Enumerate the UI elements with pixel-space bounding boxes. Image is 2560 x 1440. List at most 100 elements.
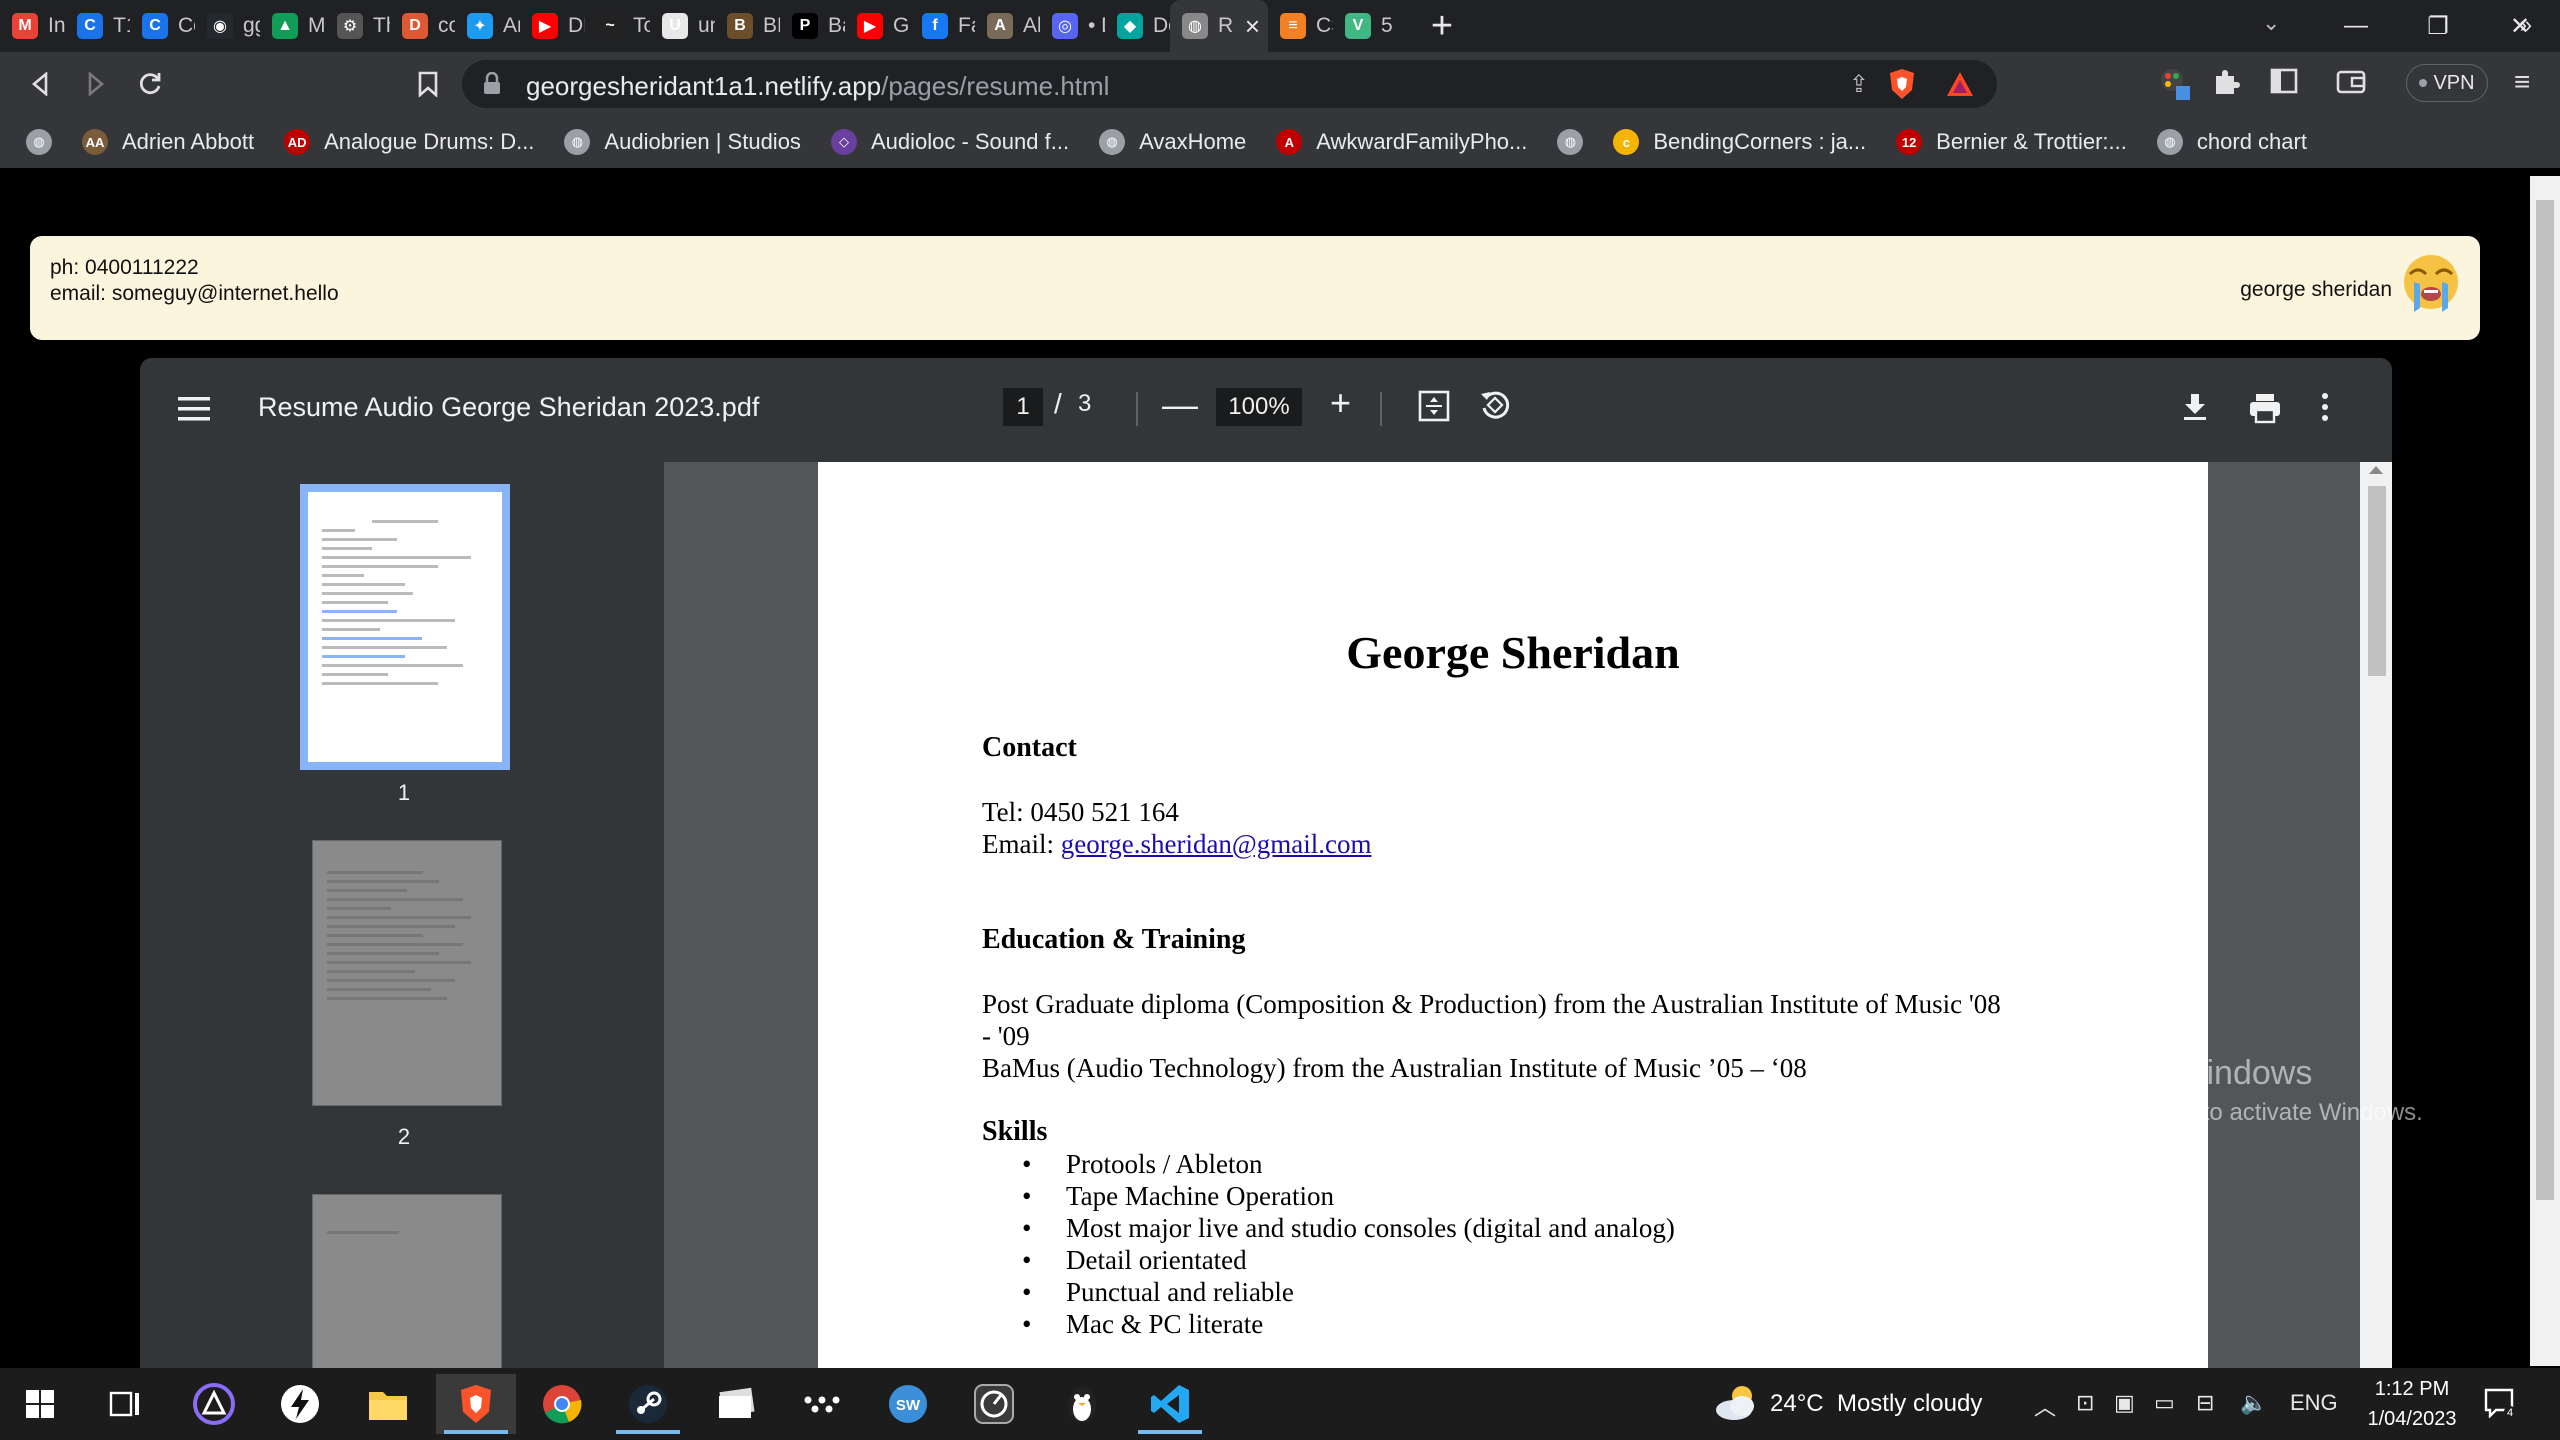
wallet-icon[interactable] xyxy=(2336,68,2366,101)
browser-tab[interactable]: ▲ MIXE xyxy=(260,6,325,46)
bookmark-item[interactable]: AA Adrien Abbott xyxy=(82,129,254,155)
reload-button[interactable] xyxy=(128,62,172,106)
bookmark-item[interactable]: 12 Bernier & Trottier:... xyxy=(1896,129,2127,155)
browser-tab[interactable]: Dcodi xyxy=(390,6,455,46)
taskbar-app-penguin[interactable] xyxy=(1042,1374,1122,1434)
clock-time[interactable]: 1:12 PM xyxy=(2362,1378,2462,1401)
rotate-icon[interactable] xyxy=(1478,388,1512,422)
browser-tab[interactable]: f Face xyxy=(910,6,975,46)
hamburger-menu-icon[interactable] xyxy=(178,396,210,422)
brave-shields-icon[interactable] xyxy=(1887,68,1917,100)
bookmark-item[interactable]: ◇ Audioloc - Sound f... xyxy=(830,129,1069,155)
sidebar-toggle-icon[interactable] xyxy=(2270,68,2298,101)
battery-icon[interactable]: ▭ xyxy=(2154,1390,2175,1416)
browser-tab[interactable]: B BPM xyxy=(715,6,780,46)
tray-app-icon[interactable]: ⊡ xyxy=(2076,1390,2094,1416)
bookmark-item[interactable]: ◍ AvaxHome xyxy=(1099,129,1246,155)
thumbnail-image[interactable] xyxy=(312,1194,502,1368)
taskbar-app-sw[interactable]: SW xyxy=(868,1374,948,1434)
browser-tab[interactable]: ✦ Anor xyxy=(455,6,520,46)
bookmark-item[interactable]: ◍ xyxy=(1557,129,1584,155)
bookmark-item[interactable]: c BendingCorners : ja... xyxy=(1613,129,1866,155)
zoom-out-button[interactable]: — xyxy=(1162,384,1198,426)
page-scrollbar[interactable] xyxy=(2530,176,2560,1366)
print-icon[interactable] xyxy=(2248,392,2282,424)
tab-search-chevron-icon[interactable]: ⌄ xyxy=(2262,10,2280,36)
pdf-scrollbar[interactable] xyxy=(2360,462,2392,1368)
tray-display-icon[interactable]: ▣ xyxy=(2114,1390,2135,1416)
page-scroll-thumb[interactable] xyxy=(2536,200,2554,1200)
pdf-scroll-thumb[interactable] xyxy=(2368,486,2386,676)
bookmark-item[interactable]: ◍ chord chart xyxy=(2156,129,2307,155)
browser-tab[interactable]: M Inbo xyxy=(0,6,65,46)
browser-tab[interactable]: ◉ ggrn xyxy=(195,6,260,46)
browser-tab[interactable]: ⚙ The xyxy=(325,6,390,46)
thumbnail-image[interactable] xyxy=(312,840,502,1106)
page-number-input[interactable]: 1 xyxy=(1003,388,1043,426)
bookmark-item[interactable]: A AwkwardFamilyPho... xyxy=(1276,129,1527,155)
fit-to-page-icon[interactable] xyxy=(1418,390,1450,422)
restore-button[interactable]: ❐ xyxy=(2400,0,2476,52)
email-link[interactable]: george.sheridan@gmail.com xyxy=(1061,829,1372,859)
browser-tab[interactable]: ▶ Gart xyxy=(845,6,910,46)
share-icon[interactable]: ⇪ xyxy=(1849,70,1869,99)
brave-rewards-icon[interactable] xyxy=(1945,70,1975,98)
minimize-button[interactable]: — xyxy=(2318,0,2394,52)
browser-tab[interactable]: ◍ R × xyxy=(1170,0,1268,52)
clock-date[interactable]: 1/04/2023 xyxy=(2350,1408,2474,1431)
taskbar-app-dots[interactable] xyxy=(782,1374,862,1434)
bookmark-item[interactable]: AD Analogue Drums: D... xyxy=(284,129,534,155)
bookmark-label: Audiobrien | Studios xyxy=(604,129,801,154)
browser-tab[interactable]: ▶ DKM xyxy=(520,6,585,46)
bookmark-item[interactable]: ◍ Audiobrien | Studios xyxy=(564,129,801,155)
browser-tab[interactable]: ◎ • Dis xyxy=(1040,6,1105,46)
taskbar-app-vscode[interactable] xyxy=(1130,1374,1210,1434)
notification-center-icon[interactable]: 4 xyxy=(2484,1388,2516,1418)
browser-tab[interactable]: C Conf xyxy=(130,6,195,46)
bookmark-button[interactable] xyxy=(406,62,450,106)
site-header: ph: 0400111222 email: someguy@internet.h… xyxy=(30,236,2480,340)
volume-icon[interactable]: 🔈 xyxy=(2240,1390,2267,1416)
taskbar-app-lightning[interactable] xyxy=(260,1374,340,1434)
vpn-button[interactable]: VPN xyxy=(2406,64,2488,102)
start-button[interactable] xyxy=(0,1374,80,1434)
extension-color-icon[interactable] xyxy=(2158,66,2194,109)
taskbar-app-notes[interactable] xyxy=(696,1374,776,1434)
browser-tab[interactable]: V 5 Wa xyxy=(1333,6,1398,46)
taskbar-app-file-explorer[interactable] xyxy=(348,1374,428,1434)
tray-chevron-icon[interactable]: ︿ xyxy=(2034,1390,2056,1422)
main-menu-icon[interactable]: ≡ xyxy=(2514,66,2530,98)
more-options-icon[interactable] xyxy=(2320,392,2330,422)
zoom-level-input[interactable]: 100% xyxy=(1216,388,1302,426)
taskbar-app-brave[interactable] xyxy=(436,1374,516,1434)
taskbar-app-steam[interactable] xyxy=(608,1374,688,1434)
network-icon[interactable]: ⊟ xyxy=(2196,1390,2214,1416)
taskbar-app-proton[interactable] xyxy=(174,1374,254,1434)
bookmarks-overflow-icon[interactable]: » xyxy=(2520,12,2532,38)
browser-tab[interactable]: ◆ Dom xyxy=(1105,6,1170,46)
back-button[interactable] xyxy=(18,62,62,106)
browser-tab[interactable]: ≡ CSS xyxy=(1268,6,1333,46)
close-tab-icon[interactable]: × xyxy=(1245,11,1260,42)
browser-tab[interactable]: UuniP xyxy=(650,6,715,46)
taskbar-app-chrome[interactable] xyxy=(522,1374,602,1434)
taskbar-app-tuner[interactable] xyxy=(954,1374,1034,1434)
forward-button[interactable] xyxy=(74,62,118,106)
browser-tab[interactable]: A Alyx xyxy=(975,6,1040,46)
weather-text[interactable]: 24°C Mostly cloudy xyxy=(1770,1390,1982,1418)
bookmark-item[interactable]: ◍ xyxy=(26,129,52,155)
zoom-in-button[interactable]: + xyxy=(1330,382,1351,424)
task-view-button[interactable] xyxy=(86,1374,166,1434)
language-indicator[interactable]: ENG xyxy=(2290,1390,2338,1416)
browser-tab[interactable]: P Barn xyxy=(780,6,845,46)
browser-tab[interactable]: ~ Tone xyxy=(585,6,650,46)
extensions-puzzle-icon[interactable] xyxy=(2212,68,2240,103)
download-icon[interactable] xyxy=(2180,392,2210,422)
url-text[interactable]: georgesheridant1a1.netlify.app/pages/res… xyxy=(526,71,1109,102)
new-tab-button[interactable]: + xyxy=(1414,0,1470,52)
browser-tab[interactable]: C T1A2 xyxy=(65,6,130,46)
scroll-up-arrow-icon[interactable] xyxy=(2369,466,2383,474)
thumbnail-image[interactable] xyxy=(300,484,510,770)
lock-icon[interactable] xyxy=(482,72,502,96)
address-bar[interactable]: georgesheridant1a1.netlify.app/pages/res… xyxy=(462,60,1997,108)
